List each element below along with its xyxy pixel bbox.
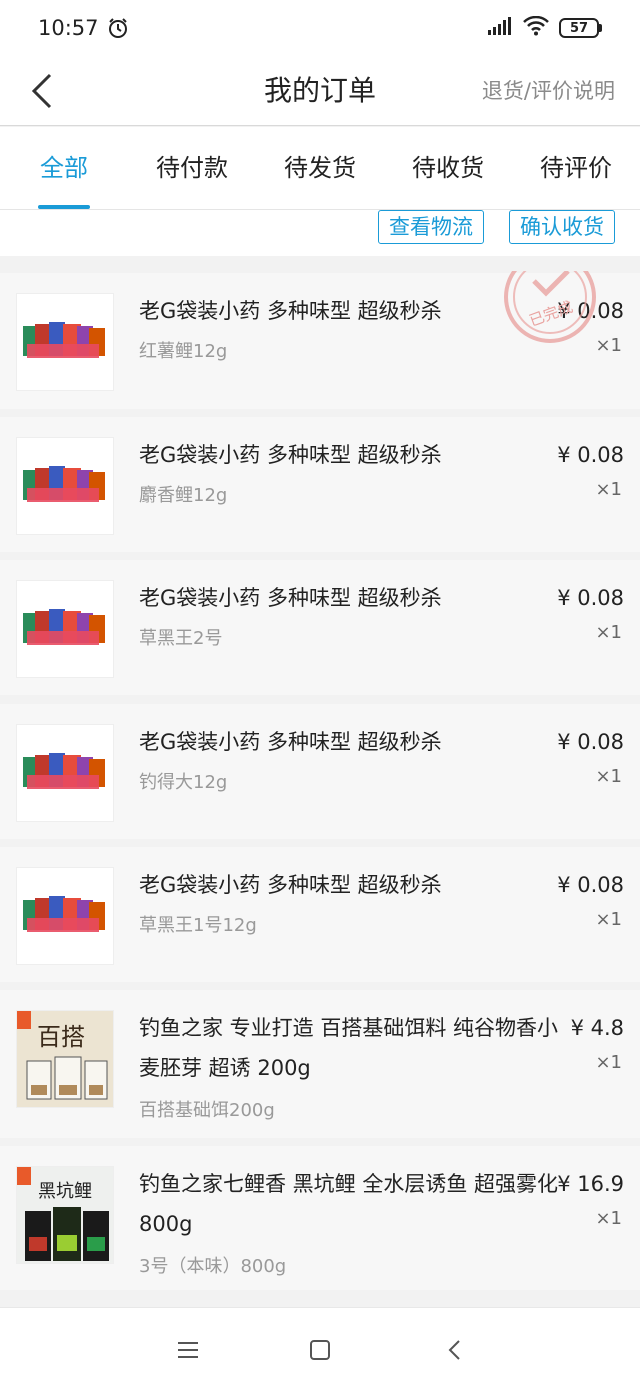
order-item[interactable]: 老G袋装小药 多种味型 超级秒杀 红薯鲤12g ¥ 0.08 ×1 已完成 [0, 251, 640, 409]
product-thumbnail [16, 580, 114, 678]
confirm-receipt-button[interactable]: 确认收货 [509, 210, 615, 244]
product-variant: 麝香鲤12g [139, 485, 228, 506]
order-item[interactable]: 老G袋装小药 多种味型 超级秒杀 麝香鲤12g ¥ 0.08 ×1 [0, 417, 640, 552]
tab-pending-shipment[interactable]: 待发货 [256, 127, 384, 209]
product-price: ¥ 0.08 [557, 299, 624, 323]
chevron-left-icon [448, 1340, 460, 1360]
product-quantity: ×1 [595, 1052, 622, 1073]
product-price: ¥ 4.8 [570, 1016, 624, 1040]
product-variant: 草黑王1号12g [139, 915, 257, 936]
order-tabs: 全部 待付款 待发货 待收货 待评价 [0, 127, 640, 209]
thumb-label: 百搭 [37, 1023, 85, 1051]
signal-icon [487, 16, 513, 41]
product-quantity: ×1 [595, 909, 622, 930]
thumb-label: 黑坑鲤 [38, 1181, 92, 1202]
product-title: 老G袋装小药 多种味型 超级秒杀 [139, 730, 442, 754]
product-price: ¥ 0.08 [557, 443, 624, 467]
order-actions: 查看物流 确认收货 [0, 209, 640, 256]
return-review-info-link[interactable]: 退货/评价说明 [482, 70, 615, 112]
product-variant: 3号（本味）800g [139, 1256, 287, 1277]
product-quantity: ×1 [595, 622, 622, 643]
home-button[interactable] [300, 1332, 340, 1368]
order-item[interactable]: 老G袋装小药 多种味型 超级秒杀 草黑王1号12g ¥ 0.08 ×1 [0, 847, 640, 982]
product-title: 钓鱼之家七鲤香 黑坑鲤 全水层诱鱼 超强雾化800g [139, 1172, 559, 1236]
menu-icon [178, 1342, 198, 1358]
product-variant: 百搭基础饵200g [139, 1100, 275, 1121]
tab-all[interactable]: 全部 [0, 127, 128, 209]
product-thumbnail [16, 724, 114, 822]
tab-pending-review[interactable]: 待评价 [512, 127, 640, 209]
product-title: 钓鱼之家 专业打造 百搭基础饵料 纯谷物香小麦胚芽 超诱 200g [139, 1016, 559, 1080]
tab-pending-payment[interactable]: 待付款 [128, 127, 256, 209]
view-logistics-button[interactable]: 查看物流 [378, 210, 484, 244]
square-icon [310, 1340, 330, 1360]
product-price: ¥ 16.9 [557, 1172, 624, 1196]
product-title: 老G袋装小药 多种味型 超级秒杀 [139, 873, 442, 897]
status-time: 10:57 [38, 16, 99, 40]
system-nav-bar [0, 1307, 640, 1387]
product-variant: 草黑王2号 [139, 628, 223, 649]
order-item[interactable]: 老G袋装小药 多种味型 超级秒杀 草黑王2号 ¥ 0.08 ×1 [0, 560, 640, 695]
product-quantity: ×1 [595, 766, 622, 787]
wifi-icon [523, 15, 549, 41]
product-title: 老G袋装小药 多种味型 超级秒杀 [139, 586, 442, 610]
product-title: 老G袋装小药 多种味型 超级秒杀 [139, 299, 442, 323]
alarm-icon [107, 17, 129, 39]
product-thumbnail [16, 293, 114, 391]
product-variant: 钓得大12g [139, 772, 228, 793]
product-price: ¥ 0.08 [557, 730, 624, 754]
nav-back-button[interactable] [434, 1332, 474, 1368]
order-item[interactable]: 老G袋装小药 多种味型 超级秒杀 钓得大12g ¥ 0.08 ×1 [0, 704, 640, 839]
header: 我的订单 退货/评价说明 [0, 56, 640, 126]
battery-icon: 57 [559, 18, 602, 38]
product-price: ¥ 0.08 [557, 586, 624, 610]
product-quantity: ×1 [595, 1208, 622, 1229]
status-bar: 10:57 57 [0, 0, 640, 56]
battery-level: 57 [559, 18, 599, 38]
product-title: 老G袋装小药 多种味型 超级秒杀 [139, 443, 442, 467]
product-quantity: ×1 [595, 335, 622, 356]
menu-button[interactable] [168, 1332, 208, 1368]
product-thumbnail [16, 867, 114, 965]
product-quantity: ×1 [595, 479, 622, 500]
product-price: ¥ 0.08 [557, 873, 624, 897]
tab-pending-receipt[interactable]: 待收货 [384, 127, 512, 209]
product-thumbnail: 百搭 [16, 1010, 114, 1108]
product-thumbnail: 黑坑鲤 [16, 1166, 114, 1264]
order-item[interactable]: 黑坑鲤 钓鱼之家七鲤香 黑坑鲤 全水层诱鱼 超强雾化800g 3号（本味）800… [0, 1146, 640, 1290]
product-thumbnail [16, 437, 114, 535]
product-variant: 红薯鲤12g [139, 341, 228, 362]
order-item[interactable]: 百搭 钓鱼之家 专业打造 百搭基础饵料 纯谷物香小麦胚芽 超诱 200g 百搭基… [0, 990, 640, 1138]
